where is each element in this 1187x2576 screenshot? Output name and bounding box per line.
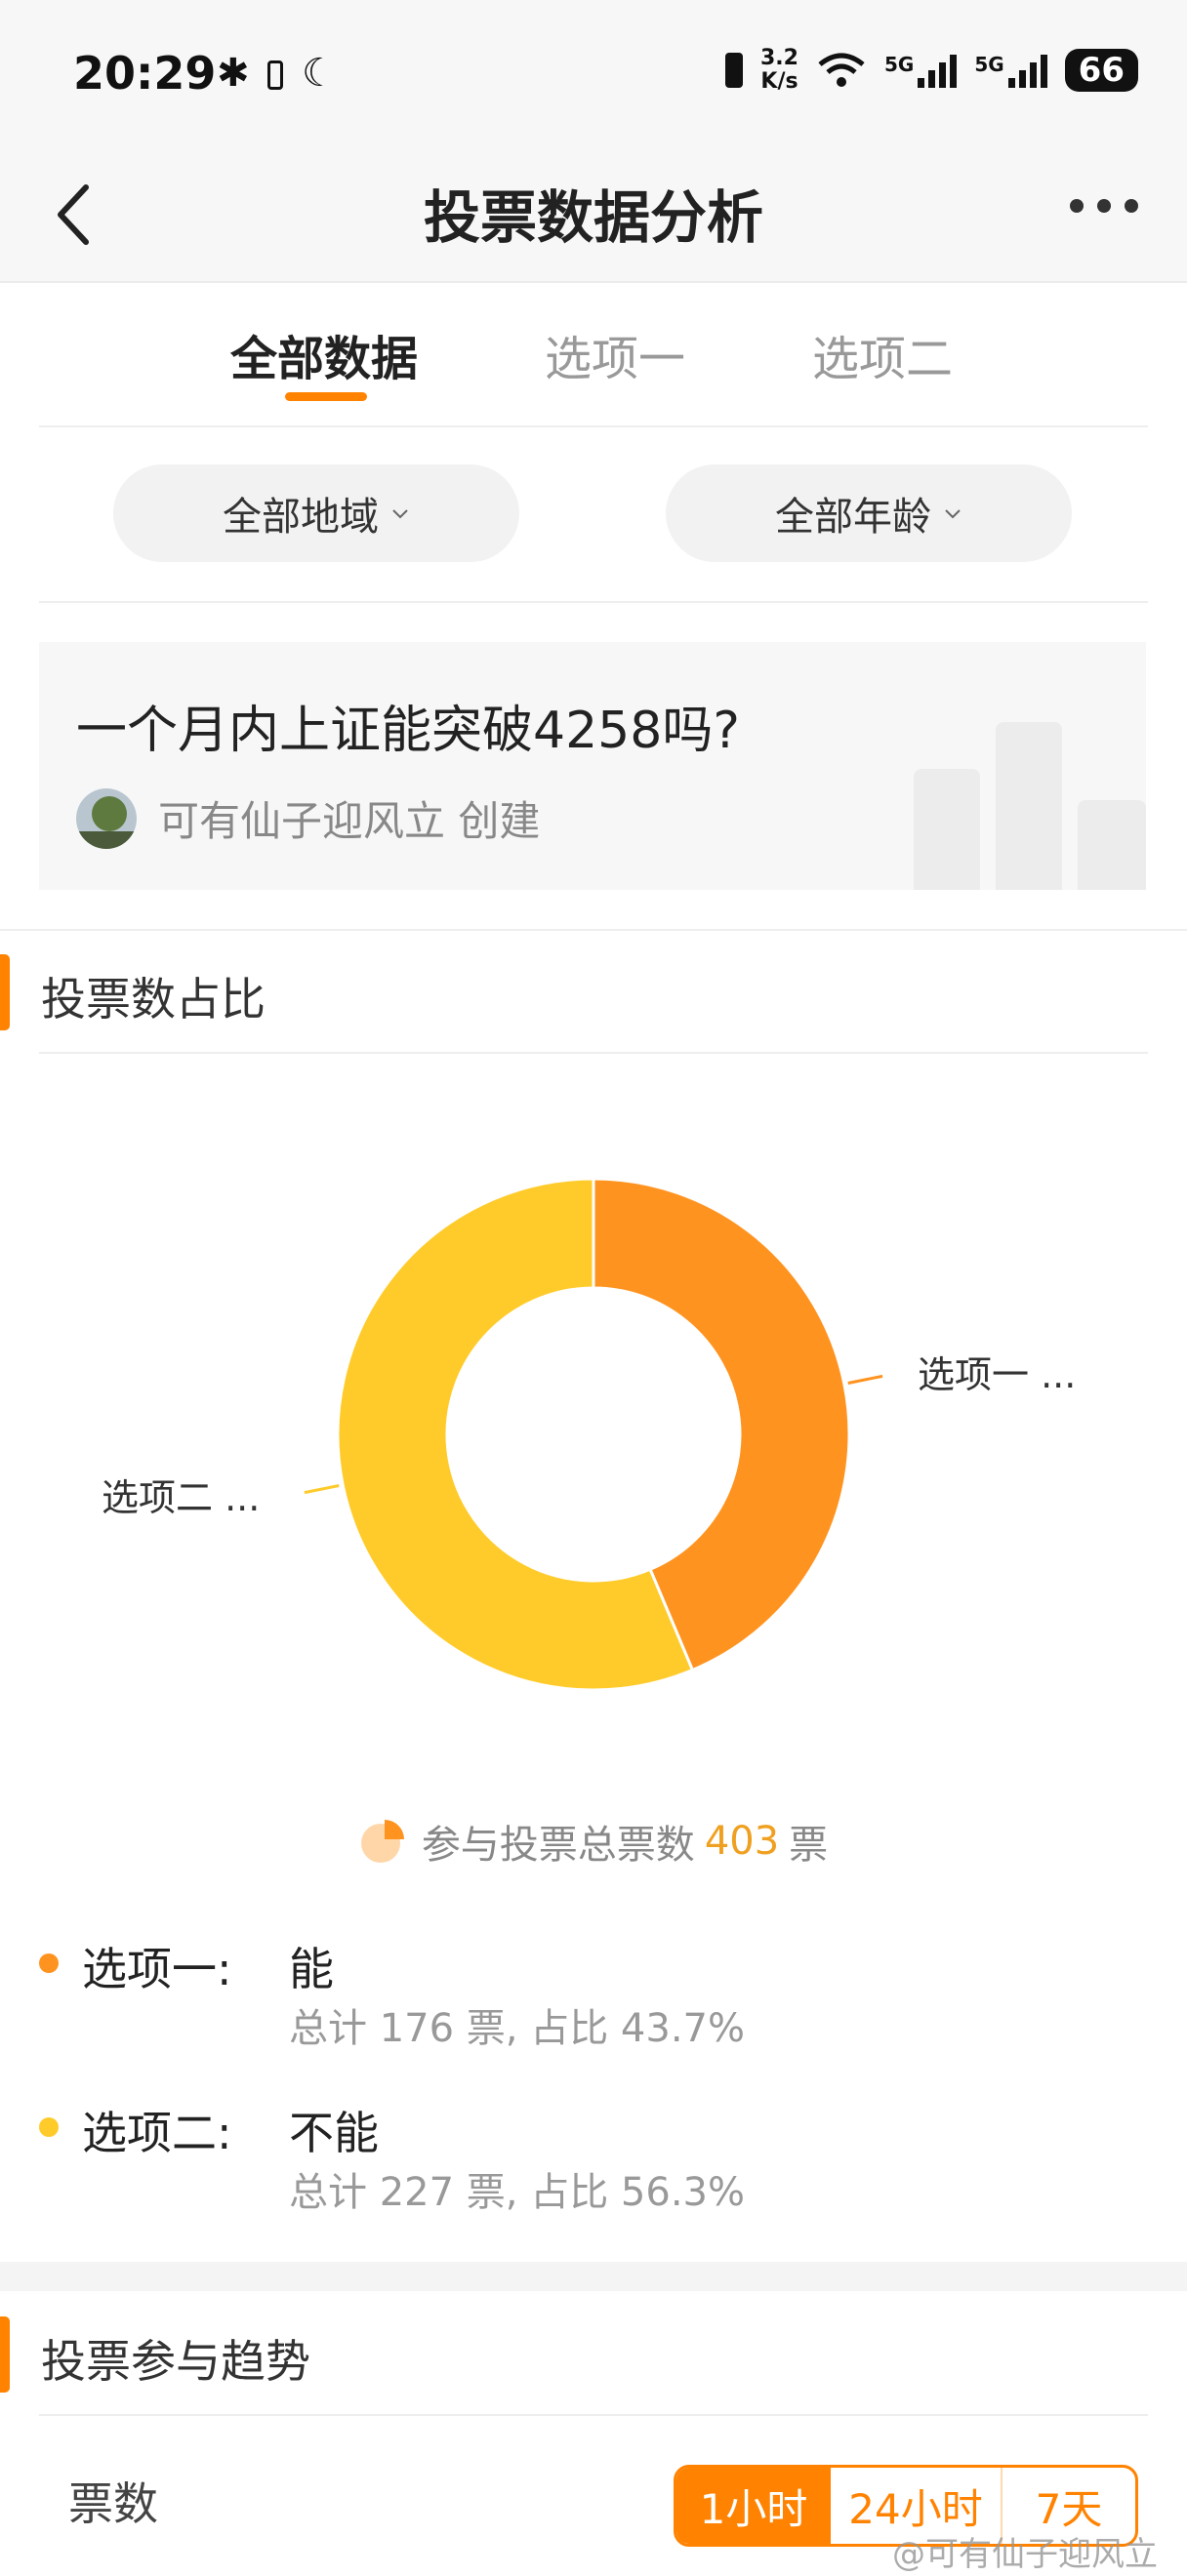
option-2-dot xyxy=(39,2117,59,2137)
pie-icon xyxy=(360,1820,404,1863)
watermark: @可有仙子迎风立 xyxy=(892,2535,1158,2574)
speed-value: 3.2 xyxy=(760,46,798,70)
tab-option-1[interactable]: 选项一 xyxy=(545,320,685,388)
battery-icon xyxy=(267,60,284,90)
trend-title: 投票参与趋势 xyxy=(41,2335,310,2388)
section-divider xyxy=(0,929,1187,931)
status-time: 20:29 xyxy=(73,47,217,100)
signal-icon xyxy=(1007,53,1047,88)
option-1-answer: 能 xyxy=(289,1943,334,1995)
option-1-dot xyxy=(39,1953,59,1973)
total-count: 403 xyxy=(704,1819,780,1864)
status-right: 3.2 K/s 5G 5G 66 xyxy=(725,47,1138,94)
tab-bar: 全部数据 选项一 选项二 xyxy=(0,285,1187,425)
slice-label-option-2: 选项二 ... xyxy=(102,1476,261,1519)
section-accent xyxy=(0,2316,10,2393)
network-speed: 3.2 K/s xyxy=(760,47,798,94)
poll-creator: 可有仙子迎风立 创建 xyxy=(158,797,541,845)
option-2-label: 选项二: xyxy=(82,2107,232,2159)
moon-icon: ☾ xyxy=(301,51,337,96)
speed-unit: K/s xyxy=(760,69,798,94)
tab-all-data[interactable]: 全部数据 xyxy=(230,320,418,388)
leader-line-1 xyxy=(847,1374,883,1385)
signal-1: 5G xyxy=(883,53,958,88)
battery-level: 66 xyxy=(1064,49,1138,92)
chevron-down-icon xyxy=(945,509,961,519)
poll-question: 一个月内上证能突破4258吗? xyxy=(76,702,740,760)
donut-chart: 选项一 ... 选项二 ... xyxy=(0,1151,1187,1717)
sim2-label: 5G xyxy=(974,53,1004,76)
section-accent xyxy=(0,954,10,1030)
divider xyxy=(39,601,1148,603)
bluetooth-icon: ✱ xyxy=(217,51,250,96)
leader-line-2 xyxy=(304,1484,340,1495)
status-left-icons: ✱ ☾ xyxy=(217,51,337,96)
tab-option-2[interactable]: 选项二 xyxy=(812,320,953,388)
option-1-label: 选项一: xyxy=(82,1943,232,1995)
avatar xyxy=(76,788,137,849)
total-votes-line: 参与投票总票数 403 票 xyxy=(0,1813,1187,1870)
header: 投票数据分析 xyxy=(0,146,1187,283)
divider xyxy=(39,2414,1148,2416)
divider xyxy=(39,1052,1148,1054)
signal-2: 5G xyxy=(974,53,1047,88)
option-1-stat: 总计 176 票, 占比 43.7% xyxy=(289,2006,745,2051)
sim1-label: 5G xyxy=(883,53,915,76)
page-title: 投票数据分析 xyxy=(423,184,763,251)
donut-svg xyxy=(304,1177,883,1692)
age-filter[interactable]: 全部年龄 xyxy=(666,464,1072,562)
trend-y-label: 票数 xyxy=(68,2477,158,2530)
total-suffix: 票 xyxy=(789,1823,829,1868)
age-filter-label: 全部年龄 xyxy=(775,495,931,540)
wifi-icon xyxy=(818,53,865,87)
slice-label-option-1: 选项一 ... xyxy=(918,1353,1077,1396)
decor-bar xyxy=(996,722,1062,890)
decor-bar xyxy=(914,769,980,890)
total-prefix: 参与投票总票数 xyxy=(421,1823,695,1868)
region-filter[interactable]: 全部地域 xyxy=(113,464,519,562)
decor-bar xyxy=(1078,800,1146,890)
vote-share-title: 投票数占比 xyxy=(41,973,266,1026)
poll-card[interactable]: 一个月内上证能突破4258吗? 可有仙子迎风立 创建 xyxy=(39,642,1146,890)
tab-active-indicator xyxy=(285,392,367,401)
vibrate-icon xyxy=(725,53,743,88)
signal-icon xyxy=(918,53,958,88)
option-2-answer: 不能 xyxy=(289,2107,379,2159)
region-filter-label: 全部地域 xyxy=(223,495,379,540)
range-1h[interactable]: 1小时 xyxy=(676,2468,831,2544)
option-2-stat: 总计 227 票, 占比 56.3% xyxy=(289,2170,745,2215)
more-icon[interactable] xyxy=(1070,199,1138,213)
section-gap xyxy=(0,2262,1187,2291)
chevron-down-icon xyxy=(392,509,408,519)
divider xyxy=(39,425,1148,427)
status-bar: 20:29 ✱ ☾ 3.2 K/s 5G 5G 66 xyxy=(0,0,1187,146)
